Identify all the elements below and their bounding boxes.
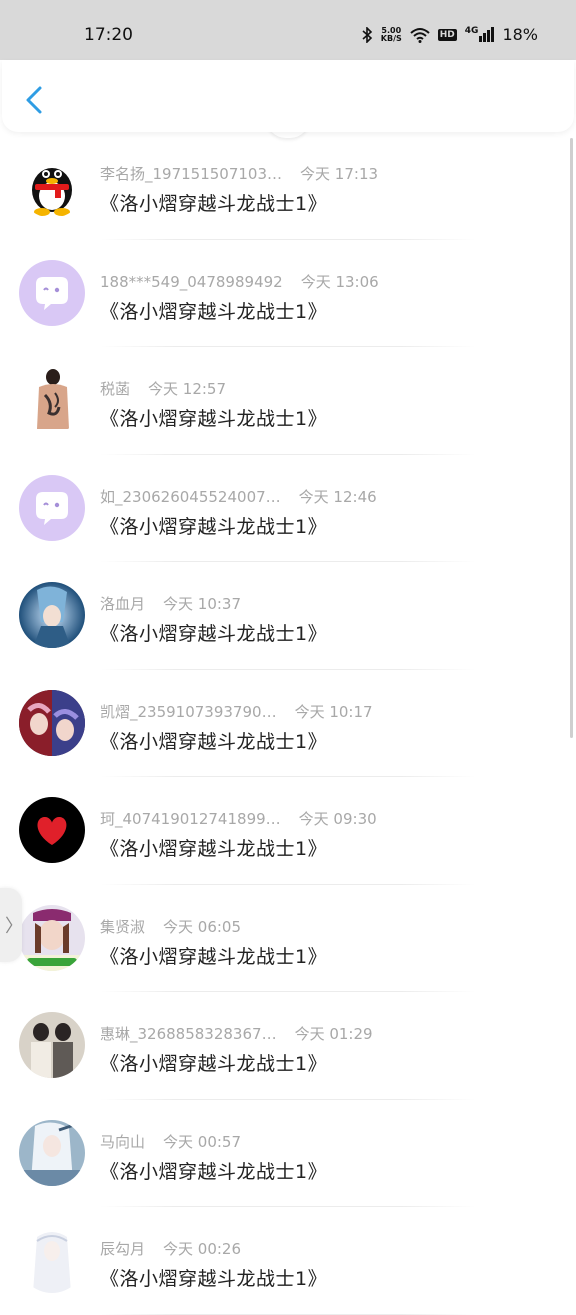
sender-name: 税菡 [100,380,131,398]
message-row[interactable]: 凯熠_2359107393790… 今天 10:17 《洛小熠穿越斗龙战士1》 [0,670,576,777]
message-row[interactable]: 辰勾月 今天 00:26 《洛小熠穿越斗龙战士1》 [0,1207,576,1315]
message-time: 今天 06:05 [163,917,242,936]
avatar[interactable] [19,797,85,863]
message-text: 《洛小熠穿越斗龙战士1》 [100,623,328,645]
message-meta: 集贤淑 今天 06:05 [100,916,241,937]
sender-name: 集贤淑 [100,917,146,936]
message-text: 《洛小熠穿越斗龙战士1》 [100,300,328,323]
network-type: 4G [464,26,479,36]
message-time: 今天 10:17 [294,702,373,721]
top-nav-bar [2,60,574,132]
message-meta: 税菡 今天 12:57 [100,378,226,399]
sender-name: 惠琳_3268858328367… [100,1025,277,1043]
message-time: 今天 17:13 [300,165,379,183]
message-time: 今天 01:29 [294,1025,373,1043]
sender-name: 马向山 [100,1132,146,1151]
avatar[interactable] [19,1119,85,1186]
message-meta: 惠琳_3268858328367… 今天 01:29 [100,1023,373,1044]
avatar[interactable] [19,689,85,756]
sender-name: 凯熠_2359107393790… [100,702,277,721]
message-meta: 洛血月 今天 10:37 [100,593,241,614]
sender-name: 洛血月 [100,595,146,613]
status-time: 17:20 [84,25,133,45]
back-button[interactable] [20,84,48,116]
net-speed-unit: KB/S [380,33,402,43]
scrollbar[interactable] [570,138,573,738]
message-row[interactable]: 马向山 今天 00:57 《洛小熠穿越斗龙战士1》 [0,1100,576,1207]
message-meta: 李名扬_197151507103… 今天 17:13 [100,163,378,184]
message-row[interactable]: 188***549_0478989492 今天 13:06 《洛小熠穿越斗龙战士1》 [0,240,576,347]
message-text: 《洛小熠穿越斗龙战士1》 [100,1268,328,1290]
message-meta: 凯熠_2359107393790… 今天 10:17 [100,701,373,722]
avatar[interactable] [19,152,85,218]
side-drawer-handle[interactable]: 〉 [0,888,23,962]
net-speed: 5.00 KB/S [380,26,402,43]
avatar[interactable] [19,1227,85,1293]
message-text: 《洛小熠穿越斗龙战士1》 [100,730,328,753]
sender-name: 李名扬_197151507103… [100,165,283,183]
wifi-icon [410,27,430,43]
message-text: 《洛小熠穿越斗龙战士1》 [100,515,328,538]
message-text: 《洛小熠穿越斗龙战士1》 [100,1053,328,1075]
avatar[interactable] [19,582,85,648]
message-time: 今天 09:30 [298,810,377,828]
message-row[interactable]: 如_230626045524007… 今天 12:46 《洛小熠穿越斗龙战士1》 [0,455,576,562]
message-list: 李名扬_197151507103… 今天 17:13 《洛小熠穿越斗龙战士1》 188… [0,132,576,1315]
sender-name: 珂_407419012741899… [100,810,281,828]
message-text: 《洛小熠穿越斗龙战士1》 [100,408,328,430]
message-time: 今天 12:46 [298,487,377,506]
avatar[interactable] [19,1012,85,1078]
row-divider [100,1313,476,1315]
avatar[interactable] [19,367,85,433]
message-row[interactable]: 惠琳_3268858328367… 今天 01:29 《洛小熠穿越斗龙战士1》 [0,992,576,1100]
message-time: 今天 12:57 [148,380,227,398]
message-row[interactable]: 珂_407419012741899… 今天 09:30 《洛小熠穿越斗龙战士1》 [0,777,576,885]
message-row[interactable]: 集贤淑 今天 06:05 《洛小熠穿越斗龙战士1》 [0,885,576,992]
cell-signal-icon: 4G [465,27,495,42]
avatar[interactable] [19,904,85,971]
hd-badge: HD [437,28,457,41]
sender-name: 如_230626045524007… [100,487,281,506]
message-meta: 马向山 今天 00:57 [100,1131,241,1152]
message-time: 今天 10:37 [163,595,242,613]
message-meta: 辰勾月 今天 00:26 [100,1238,241,1259]
message-time: 今天 00:26 [163,1240,242,1258]
status-bar: 17:20 5.00 KB/S HD 4G 18% [0,0,576,60]
message-time: 今天 00:57 [163,1132,242,1151]
message-text: 《洛小熠穿越斗龙战士1》 [100,838,328,860]
message-meta: 如_230626045524007… 今天 12:46 [100,486,377,507]
sender-name: 辰勾月 [100,1240,146,1258]
message-text: 《洛小熠穿越斗龙战士1》 [100,1160,328,1183]
message-row[interactable]: 李名扬_197151507103… 今天 17:13 《洛小熠穿越斗龙战士1》 [0,132,576,240]
battery-level: 18% [502,25,538,44]
message-time: 今天 13:06 [300,272,379,291]
message-row[interactable]: 税菡 今天 12:57 《洛小熠穿越斗龙战士1》 [0,347,576,455]
status-icons: 5.00 KB/S HD 4G 18% [361,25,538,44]
message-row[interactable]: 洛血月 今天 10:37 《洛小熠穿越斗龙战士1》 [0,562,576,670]
message-text: 《洛小熠穿越斗龙战士1》 [100,193,328,215]
sender-name: 188***549_0478989492 [100,272,283,291]
message-text: 《洛小熠穿越斗龙战士1》 [100,945,328,968]
side-handle-arrow: 〉 [5,916,23,937]
avatar[interactable] [19,474,85,541]
message-meta: 188***549_0478989492 今天 13:06 [100,271,379,292]
avatar[interactable] [19,259,85,326]
message-meta: 珂_407419012741899… 今天 09:30 [100,808,377,829]
bluetooth-icon [362,26,372,43]
